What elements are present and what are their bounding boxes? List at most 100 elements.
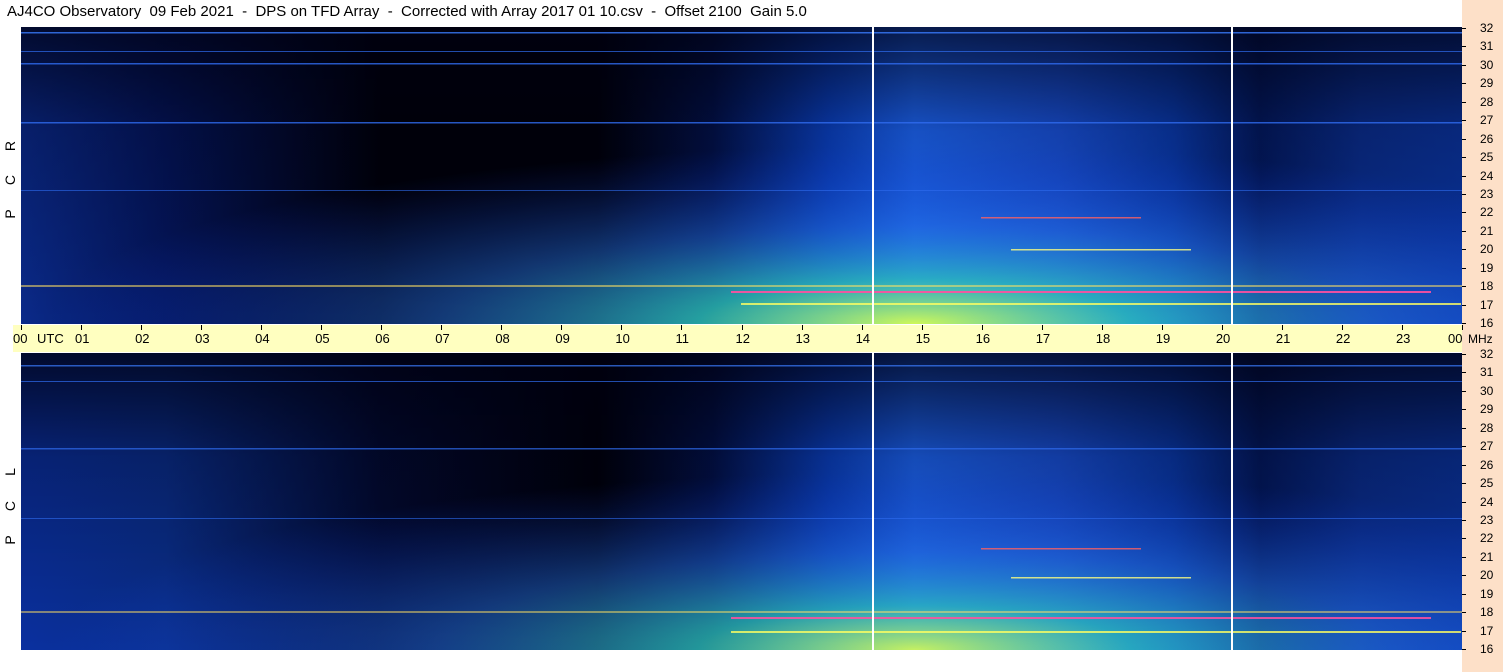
- frequency-tick-mark: [1462, 538, 1466, 540]
- utc-hour-tick: [921, 325, 923, 330]
- frequency-tick-label: 22: [1480, 531, 1494, 546]
- frequency-tick-mark: [1462, 556, 1466, 558]
- utc-hour-label: 00: [13, 331, 28, 346]
- utc-hour-label: 12: [735, 331, 750, 346]
- utc-hour-tick: [621, 325, 623, 330]
- utc-hour-label: 04: [255, 331, 270, 346]
- lcp-spectrogram-image: [21, 353, 1462, 650]
- frequency-tick-mark: [1462, 304, 1466, 306]
- frequency-tick-mark: [1462, 120, 1466, 122]
- utc-hour-label: 05: [315, 331, 330, 346]
- frequency-tick-mark: [1462, 138, 1466, 140]
- frequency-tick-mark: [1462, 323, 1466, 324]
- utc-hour-tick: [321, 325, 323, 330]
- utc-hour-tick: [1161, 325, 1163, 330]
- frequency-tick-mark: [1462, 390, 1466, 392]
- frequency-tick-mark: [1462, 193, 1466, 195]
- frequency-tick-label: 27: [1480, 439, 1494, 454]
- frequency-tick-label: 25: [1480, 150, 1494, 165]
- utc-hour-label: 16: [975, 331, 991, 346]
- frequency-tick-mark: [1462, 175, 1466, 177]
- utc-hour-label: 19: [1155, 331, 1171, 346]
- side-letter: C: [2, 174, 18, 186]
- utc-hour-label: 02: [135, 331, 150, 346]
- frequency-tick-mark: [1462, 101, 1466, 103]
- frequency-tick-mark: [1462, 593, 1466, 595]
- utc-hour-tick: [861, 325, 863, 330]
- utc-hour-tick: [981, 325, 983, 330]
- frequency-tick-label: 30: [1480, 383, 1494, 398]
- frequency-tick-mark: [1462, 649, 1466, 650]
- page-title: AJ4CO Observatory 09 Feb 2021 - DPS on T…: [7, 3, 807, 20]
- frequency-tick-mark: [1462, 28, 1466, 29]
- frequency-tick-label: 26: [1480, 457, 1494, 472]
- utc-hour-tick: [801, 325, 803, 330]
- utc-hour-tick: [1101, 325, 1103, 330]
- frequency-tick-mark: [1462, 464, 1466, 466]
- side-letter: P: [2, 535, 18, 545]
- frequency-tick-label: 30: [1480, 57, 1494, 72]
- utc-hour-tick: [1221, 325, 1223, 330]
- side-letter: R: [2, 140, 18, 152]
- frequency-tick-label: 27: [1480, 113, 1494, 128]
- frequency-tick-label: 23: [1480, 186, 1494, 201]
- frequency-tick-label: 23: [1480, 512, 1494, 527]
- frequency-tick-mark: [1462, 267, 1466, 269]
- utc-hour-tick: [1401, 325, 1403, 330]
- utc-hour-label: 11: [675, 331, 689, 346]
- utc-hour-label: 10: [615, 331, 630, 346]
- frequency-tick-mark: [1462, 286, 1466, 288]
- utc-hour-label: 06: [375, 331, 390, 346]
- utc-hour-label: 03: [195, 331, 210, 346]
- utc-hour-tick: [1041, 325, 1043, 330]
- rcp-spectrogram: [21, 27, 1462, 324]
- utc-hour-tick: [201, 325, 203, 330]
- frequency-tick-label: 17: [1480, 623, 1494, 638]
- utc-hour-tick: [681, 325, 683, 330]
- utc-hour-label: 20: [1215, 331, 1231, 346]
- frequency-tick-mark: [1462, 64, 1466, 66]
- frequency-tick-label: 20: [1480, 568, 1494, 583]
- side-letter: P: [2, 209, 18, 219]
- utc-hour-tick: [81, 325, 83, 330]
- frequency-tick-label: 32: [1480, 21, 1494, 35]
- frequency-tick-label: 31: [1480, 365, 1494, 380]
- utc-unit-label: UTC: [37, 331, 64, 346]
- utc-time-axis: UTC 00 01 02 03 04 05 06 07 08 09 10 11 12 13 14 15 16 17…: [13, 325, 1463, 352]
- frequency-tick-mark: [1462, 575, 1466, 577]
- side-letter: L: [2, 468, 18, 476]
- utc-hour-tick: [1462, 325, 1463, 330]
- frequency-tick-label: 19: [1480, 586, 1494, 601]
- utc-hour-label: 15: [915, 331, 931, 346]
- frequency-tick-mark: [1462, 483, 1466, 485]
- utc-hour-tick: [1281, 325, 1283, 330]
- frequency-tick-mark: [1462, 372, 1466, 374]
- lcp-spectrogram: [21, 353, 1462, 650]
- frequency-tick-mark: [1462, 501, 1466, 503]
- frequency-tick-label: 21: [1480, 549, 1494, 564]
- utc-hour-tick: [441, 325, 443, 330]
- utc-hour-tick: [21, 325, 22, 330]
- frequency-tick-mark: [1462, 212, 1466, 214]
- utc-hour-label: 09: [555, 331, 570, 346]
- frequency-tick-label: 31: [1480, 39, 1494, 54]
- frequency-tick-label: 22: [1480, 205, 1494, 220]
- frequency-tick-mark: [1462, 354, 1466, 355]
- frequency-tick-mark: [1462, 157, 1466, 159]
- frequency-tick-mark: [1462, 409, 1466, 411]
- rcp-spectrogram-image: [21, 27, 1462, 324]
- frequency-tick-label: 21: [1480, 223, 1494, 238]
- frequency-tick-label: 32: [1480, 347, 1494, 361]
- mhz-unit-label: MHz: [1468, 332, 1493, 346]
- side-letter: C: [2, 500, 18, 512]
- utc-hour-tick: [561, 325, 563, 330]
- frequency-tick-mark: [1462, 446, 1466, 448]
- utc-hour-label: 00: [1448, 331, 1463, 346]
- utc-hour-label: 13: [795, 331, 810, 346]
- frequency-tick-label: 26: [1480, 131, 1494, 146]
- utc-hour-label: 14: [855, 331, 871, 346]
- frequency-tick-mark: [1462, 519, 1466, 521]
- frequency-tick-label: 17: [1480, 297, 1494, 312]
- utc-hour-label: 22: [1335, 331, 1351, 346]
- frequency-tick-mark: [1462, 630, 1466, 632]
